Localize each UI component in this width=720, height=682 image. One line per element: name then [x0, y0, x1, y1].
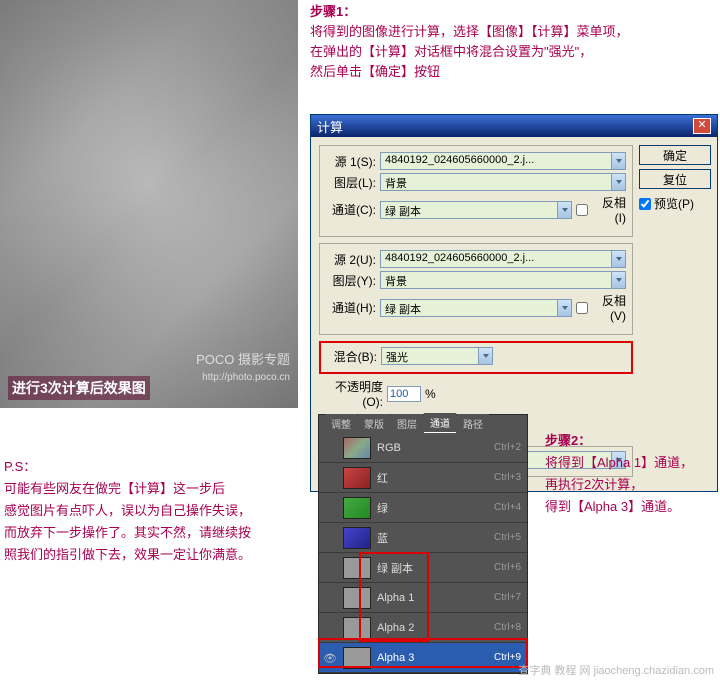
reset-button[interactable]: 复位 — [639, 169, 711, 189]
channel-shortcut: Ctrl+9 — [494, 652, 521, 663]
layer1-select[interactable]: 背景 — [380, 173, 626, 191]
channel-name: Alpha 1 — [377, 592, 494, 604]
channel-row[interactable]: 红Ctrl+3 — [319, 463, 527, 493]
opacity-input[interactable] — [387, 386, 421, 402]
ps-line1: 可能有些网友在做完【计算】这一步后 — [4, 481, 225, 496]
invert1-checkbox[interactable]: 反相(I) — [576, 194, 626, 225]
channel-shortcut: Ctrl+8 — [494, 622, 521, 633]
ps-line2: 感觉图片有点吓人，误以为自己操作失误， — [4, 503, 251, 518]
blend-select[interactable]: 强光 — [381, 347, 493, 365]
chevron-down-icon[interactable] — [611, 251, 625, 267]
dialog-title-text: 计算 — [317, 117, 343, 136]
panel-tabs: 调整 蒙版 图层 通道 路径 — [319, 415, 527, 433]
chevron-down-icon[interactable] — [611, 174, 625, 190]
channel-name: Alpha 2 — [377, 622, 494, 634]
watermark-2: http://photo.poco.cn — [202, 372, 290, 383]
channel-row[interactable]: RGBCtrl+2 — [319, 433, 527, 463]
channel-row[interactable]: Alpha 3Ctrl+9 — [319, 643, 527, 673]
channel2-label: 通道(H): — [326, 299, 376, 316]
preview-caption: 进行3次计算后效果图 — [8, 376, 150, 400]
channel-list: RGBCtrl+2红Ctrl+3绿Ctrl+4蓝Ctrl+5绿 副本Ctrl+6… — [319, 433, 527, 673]
close-icon[interactable]: ✕ — [693, 118, 711, 134]
invert2-checkbox[interactable]: 反相(V) — [576, 292, 626, 323]
channel-name: 绿 副本 — [377, 560, 494, 576]
step2-instructions: 步骤2： 将得到【Alpha 1】通道， 再执行2次计算， 得到【Alpha 3… — [545, 430, 693, 518]
channel-thumbnail — [343, 587, 371, 609]
layer2-select[interactable]: 背景 — [380, 271, 626, 289]
channel1-label: 通道(C): — [326, 201, 376, 218]
ps-note: P.S： 可能有些网友在做完【计算】这一步后 感觉图片有点吓人，误以为自己操作失… — [4, 456, 304, 566]
ps-title: P.S： — [4, 459, 36, 474]
effect-preview-image: POCO 摄影专题 http://photo.poco.cn 进行3次计算后效果… — [0, 0, 298, 408]
step1-line2: 在弹出的【计算】对话框中将混合设置为"强光"， — [310, 44, 592, 59]
channels-panel: 调整 蒙版 图层 通道 路径 RGBCtrl+2红Ctrl+3绿Ctrl+4蓝C… — [318, 414, 528, 674]
step2-line1: 将得到【Alpha 1】通道， — [545, 455, 693, 470]
chevron-down-icon[interactable] — [478, 348, 492, 364]
tab-channels[interactable]: 通道 — [424, 413, 456, 433]
preview-checkbox[interactable]: 预览(P) — [639, 195, 711, 212]
step2-line3: 得到【Alpha 3】通道。 — [545, 499, 680, 514]
step2-title: 步骤2： — [545, 433, 591, 448]
channel-thumbnail — [343, 437, 371, 459]
channel-row[interactable]: 蓝Ctrl+5 — [319, 523, 527, 553]
channel-shortcut: Ctrl+4 — [494, 502, 521, 513]
step1-line1: 将得到的图像进行计算，选择【图像】【计算】菜单项， — [310, 24, 629, 39]
source1-select[interactable]: 4840192_024605660000_2.j... — [380, 152, 626, 170]
source1-label: 源 1(S): — [326, 153, 376, 170]
channel-name: RGB — [377, 442, 494, 454]
ps-line3: 而放弃下一步操作了。其实不然，请继续按 — [4, 525, 251, 540]
channel-shortcut: Ctrl+7 — [494, 592, 521, 603]
channel-row[interactable]: Alpha 2Ctrl+8 — [319, 613, 527, 643]
channel-name: 红 — [377, 470, 494, 486]
ps-line4: 照我们的指引做下去，效果一定让你满意。 — [4, 547, 251, 562]
tab-mask[interactable]: 蒙版 — [358, 414, 390, 433]
channel-name: Alpha 3 — [377, 652, 494, 664]
chevron-down-icon[interactable] — [557, 300, 571, 316]
source2-select[interactable]: 4840192_024605660000_2.j... — [380, 250, 626, 268]
tab-paths[interactable]: 路径 — [457, 414, 489, 433]
channel-name: 蓝 — [377, 530, 494, 546]
channel-row[interactable]: Alpha 1Ctrl+7 — [319, 583, 527, 613]
channel-thumbnail — [343, 647, 371, 669]
dialog-titlebar[interactable]: 计算 ✕ — [311, 115, 717, 137]
tab-adjust[interactable]: 调整 — [325, 414, 357, 433]
blend-highlight: 混合(B): 强光 — [319, 341, 633, 374]
step1-line3: 然后单击【确定】按钮 — [310, 64, 440, 79]
step1-title: 步骤1： — [310, 4, 356, 19]
channel-thumbnail — [343, 527, 371, 549]
ok-button[interactable]: 确定 — [639, 145, 711, 165]
chevron-down-icon[interactable] — [611, 153, 625, 169]
channel-thumbnail — [343, 617, 371, 639]
layer2-label: 图层(Y): — [326, 272, 376, 289]
visibility-toggle[interactable] — [319, 651, 341, 665]
channel-shortcut: Ctrl+2 — [494, 442, 521, 453]
source1-group: 源 1(S): 4840192_024605660000_2.j... 图层(L… — [319, 145, 633, 237]
source2-group: 源 2(U): 4840192_024605660000_2.j... 图层(Y… — [319, 243, 633, 335]
channel-thumbnail — [343, 467, 371, 489]
channel-shortcut: Ctrl+6 — [494, 562, 521, 573]
blend-label: 混合(B): — [327, 348, 377, 365]
source2-label: 源 2(U): — [326, 251, 376, 268]
percent-label: % — [425, 387, 436, 401]
channel-row[interactable]: 绿Ctrl+4 — [319, 493, 527, 523]
chevron-down-icon[interactable] — [611, 272, 625, 288]
step2-line2: 再执行2次计算， — [545, 477, 643, 492]
opacity-label: 不透明度(O): — [319, 378, 383, 409]
channel-name: 绿 — [377, 500, 494, 516]
chevron-down-icon[interactable] — [557, 202, 571, 218]
channel1-select[interactable]: 绿 副本 — [380, 201, 572, 219]
channel-thumbnail — [343, 557, 371, 579]
channel2-select[interactable]: 绿 副本 — [380, 299, 572, 317]
tab-layers[interactable]: 图层 — [391, 414, 423, 433]
channel-thumbnail — [343, 497, 371, 519]
eye-icon — [323, 651, 337, 665]
channel-shortcut: Ctrl+5 — [494, 532, 521, 543]
watermark-1: POCO 摄影专题 — [196, 349, 290, 368]
channel-row[interactable]: 绿 副本Ctrl+6 — [319, 553, 527, 583]
channel-shortcut: Ctrl+3 — [494, 472, 521, 483]
layer1-label: 图层(L): — [326, 174, 376, 191]
page-watermark: 查字典 教程 网 jiaocheng.chazidian.com — [518, 662, 714, 678]
step1-instructions: 步骤1： 将得到的图像进行计算，选择【图像】【计算】菜单项， 在弹出的【计算】对… — [310, 2, 629, 82]
